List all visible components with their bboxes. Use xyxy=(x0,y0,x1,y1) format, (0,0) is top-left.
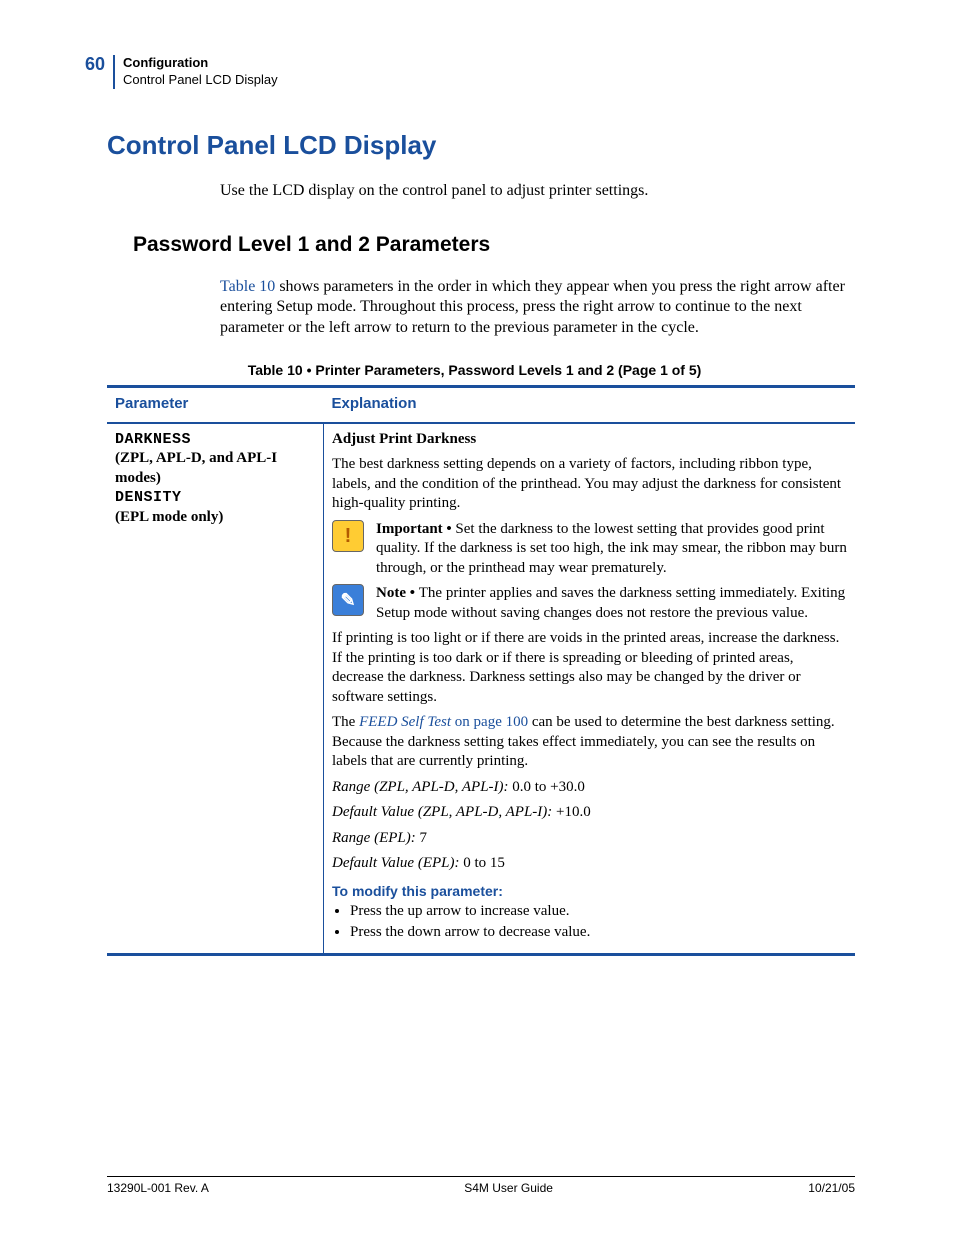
note-label: Note • xyxy=(376,585,419,601)
param-sub-1: (ZPL, APL-D, and APL-I modes) xyxy=(115,450,277,486)
exp-p1: The best darkness setting depends on a v… xyxy=(332,455,847,514)
header-section: Control Panel LCD Display xyxy=(123,72,278,87)
page-footer: 13290L-001 Rev. A S4M User Guide 10/21/0… xyxy=(107,1176,855,1197)
table-header-row: Parameter Explanation xyxy=(107,387,855,423)
section-title: Password Level 1 and 2 Parameters xyxy=(133,231,864,258)
header-divider xyxy=(113,55,115,89)
exp-title: Adjust Print Darkness xyxy=(332,431,476,447)
section-body: Table 10 shows parameters in the order i… xyxy=(220,277,859,339)
footer-left: 13290L-001 Rev. A xyxy=(107,1181,209,1197)
section-body-text: shows parameters in the order in which t… xyxy=(220,278,845,337)
header-text: Configuration Control Panel LCD Display xyxy=(123,55,278,89)
list-item: Press the up arrow to increase value. xyxy=(350,902,847,922)
intro-text: Use the LCD display on the control panel… xyxy=(220,181,864,202)
col-explanation: Explanation xyxy=(324,387,856,423)
important-icon: ! xyxy=(332,520,364,552)
page-title: Control Panel LCD Display xyxy=(107,129,864,163)
footer-right: 10/21/05 xyxy=(808,1181,855,1197)
note-callout: ✎ Note • The printer applies and saves t… xyxy=(332,584,847,623)
param-sub-2: (EPL mode only) xyxy=(115,509,223,525)
important-label: Important • xyxy=(376,521,455,537)
default-epl: Default Value (EPL): 0 to 15 xyxy=(332,854,847,874)
header-chapter: Configuration xyxy=(123,55,208,70)
col-parameter: Parameter xyxy=(107,387,324,423)
exp-p2: If printing is too light or if there are… xyxy=(332,629,847,707)
param-lcd-density: DENSITY xyxy=(115,489,182,506)
note-text: Note • The printer applies and saves the… xyxy=(376,584,847,623)
important-callout: ! Important • Set the darkness to the lo… xyxy=(332,520,847,579)
range-epl: Range (EPL): 7 xyxy=(332,829,847,849)
exp-p3: The FEED Self Test on page 100 can be us… xyxy=(332,713,847,772)
page-number: 60 xyxy=(85,53,105,76)
modify-list: Press the up arrow to increase value. Pr… xyxy=(332,902,847,943)
parameters-table: Parameter Explanation DARKNESS (ZPL, APL… xyxy=(107,385,855,956)
note-body: The printer applies and saves the darkne… xyxy=(376,585,845,621)
page-100-link[interactable]: on page 100 xyxy=(451,714,528,730)
parameter-cell: DARKNESS (ZPL, APL-D, and APL-I modes) D… xyxy=(107,423,324,955)
table-row: DARKNESS (ZPL, APL-D, and APL-I modes) D… xyxy=(107,423,855,955)
feed-self-test-link[interactable]: FEED Self Test xyxy=(359,714,451,730)
default-zpl: Default Value (ZPL, APL-D, APL-I): +10.0 xyxy=(332,803,847,823)
page-header: 60 Configuration Control Panel LCD Displ… xyxy=(85,55,864,89)
modify-heading: To modify this parameter: xyxy=(332,882,847,900)
range-zpl: Range (ZPL, APL-D, APL-I): 0.0 to +30.0 xyxy=(332,778,847,798)
important-text: Important • Set the darkness to the lowe… xyxy=(376,520,847,579)
table-ref-link[interactable]: Table 10 xyxy=(220,278,275,295)
explanation-cell: Adjust Print Darkness The best darkness … xyxy=(324,423,856,955)
table-caption: Table 10 • Printer Parameters, Password … xyxy=(85,361,864,379)
list-item: Press the down arrow to decrease value. xyxy=(350,923,847,943)
param-lcd-darkness: DARKNESS xyxy=(115,431,191,448)
note-icon: ✎ xyxy=(332,584,364,616)
footer-center: S4M User Guide xyxy=(464,1181,553,1197)
